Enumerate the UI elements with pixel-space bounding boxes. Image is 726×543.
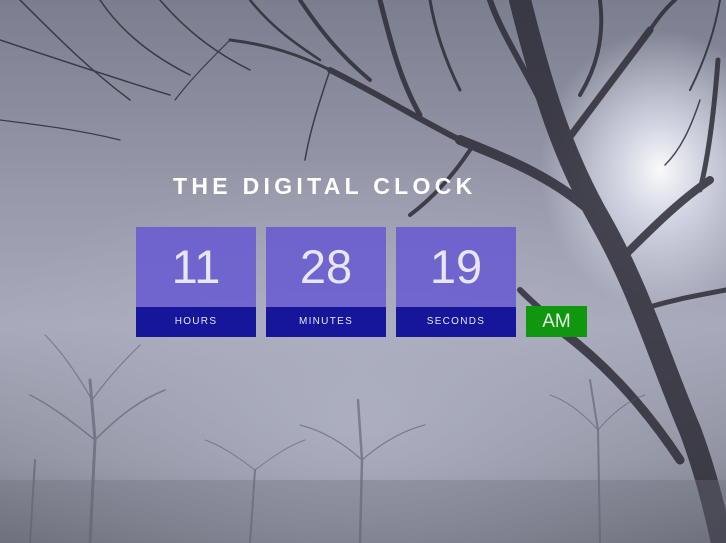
page-title: THE DIGITAL CLOCK (173, 173, 477, 199)
hours-value: 11 (136, 227, 256, 307)
hours-label: HOURS (136, 307, 256, 337)
seconds-box: 19 SECONDS (396, 227, 516, 337)
seconds-value: 19 (396, 227, 516, 307)
seconds-label: SECONDS (396, 307, 516, 337)
minutes-value: 28 (266, 227, 386, 307)
minutes-label: MINUTES (266, 307, 386, 337)
minutes-box: 28 MINUTES (266, 227, 386, 337)
am-pm-badge: AM (526, 306, 587, 337)
hours-box: 11 HOURS (136, 227, 256, 337)
